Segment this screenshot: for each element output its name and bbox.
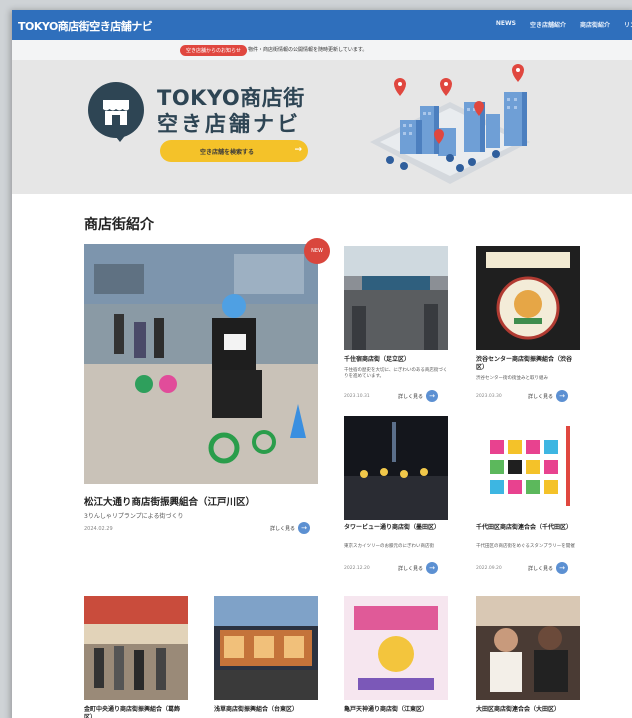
section-title: 商店街紹介 — [84, 217, 154, 233]
hero-banner: TOKYO商店街 空き店舗ナビ 空き店舗を検索する → — [12, 60, 632, 194]
article-card-image[interactable] — [476, 596, 580, 700]
article-card-image[interactable] — [344, 246, 448, 350]
featured-read-more-link[interactable]: 詳しく見る → — [270, 522, 311, 534]
top-navigation-bar: TOKYO商店街空き店舗ナビ NEWS 空き店舗紹介 商店街紹介 リン — [12, 10, 632, 40]
article-card-date: 2023.03.30 — [476, 394, 502, 399]
featured-article-title[interactable]: 松江大通り商店街振興組合（江戸川区） — [84, 494, 255, 508]
article-card-title[interactable]: 大田区商店街連合会（大田区） — [476, 706, 580, 714]
article-card-title[interactable]: 亀戸天神通り商店街（江東区） — [344, 706, 448, 714]
article-card-description: 東京スカイツリーのお膝元のにぎわい商店街 — [344, 544, 434, 549]
article-card-image[interactable] — [344, 416, 448, 520]
read-more-label: 詳しく見る — [398, 393, 424, 400]
article-card-description: 千住宿の歴史を大切に、にぎわいのある商店街づくりを進めています。 — [344, 368, 448, 379]
article-card-image[interactable] — [84, 596, 188, 700]
featured-article-image[interactable] — [84, 244, 318, 484]
site-logo[interactable]: TOKYO商店街空き店舗ナビ — [18, 18, 153, 34]
search-vacant-shops-button[interactable]: 空き店舗を検索する → — [160, 140, 308, 162]
nav-link-vacant-shops[interactable]: 空き店舗紹介 — [530, 20, 566, 29]
featured-article-subtitle: 3りんしゃリプランプによる街づくり — [84, 513, 184, 520]
notice-text[interactable]: 物件・商店街情報の公開情報を随時更新しています。 — [248, 46, 367, 53]
article-card-title[interactable]: タワービュー通り商店街（墨田区） — [344, 524, 448, 532]
article-card-title[interactable]: 浅草商店街振興組合（台東区） — [214, 706, 318, 714]
new-badge: NEW — [304, 238, 330, 264]
article-card-description: 千代田区の商店街をめぐるスタンプラリーを開催 — [476, 544, 575, 549]
article-card-read-more-link[interactable]: 詳しく見る → — [528, 562, 569, 574]
article-card-title[interactable]: 金町中央通り商店街振興組合（葛飾区） — [84, 706, 188, 718]
arrow-right-icon: → — [556, 562, 569, 574]
article-card-title[interactable]: 千代田区商店街連合会（千代田区） — [476, 524, 580, 532]
nav-link-news[interactable]: NEWS — [496, 20, 516, 29]
hero-title-line2: 空き店舗ナビ — [157, 112, 301, 136]
arrow-right-icon: → — [298, 522, 311, 534]
arrow-right-icon: → — [294, 145, 302, 155]
article-card-read-more-link[interactable]: 詳しく見る → — [528, 390, 569, 402]
featured-article-date: 2024.02.29 — [84, 526, 113, 532]
article-card-image[interactable] — [476, 416, 580, 520]
article-card-date: 2022.12.20 — [344, 566, 370, 571]
logo-pin-tip — [112, 132, 128, 142]
read-more-label: 詳しく見る — [528, 565, 554, 572]
article-card-title[interactable]: 渋谷センター商店街振興組合（渋谷区） — [476, 356, 580, 372]
browser-page: TOKYO商店街空き店舗ナビ NEWS 空き店舗紹介 商店街紹介 リン 空き店舗… — [12, 10, 632, 718]
article-card-read-more-link[interactable]: 詳しく見る → — [398, 562, 439, 574]
city-illustration — [370, 64, 530, 184]
article-card-read-more-link[interactable]: 詳しく見る → — [398, 390, 439, 402]
read-more-label: 詳しく見る — [528, 393, 554, 400]
nav-link-links[interactable]: リン — [624, 20, 632, 29]
arrow-right-icon: → — [426, 390, 439, 402]
article-card-title[interactable]: 千住宿商店街（足立区） — [344, 356, 448, 364]
nav-link-shopping-streets[interactable]: 商店街紹介 — [580, 20, 610, 29]
article-card-date: 2022.09.20 — [476, 566, 502, 571]
search-button-label: 空き店舗を検索する — [200, 149, 255, 156]
arrow-right-icon: → — [556, 390, 569, 402]
read-more-label: 詳しく見る — [270, 525, 296, 532]
arrow-right-icon: → — [426, 562, 439, 574]
notice-bar: 空き店舗からのお知らせ 物件・商店街情報の公開情報を随時更新しています。 — [12, 40, 632, 60]
read-more-label: 詳しく見る — [398, 565, 424, 572]
article-card-image[interactable] — [214, 596, 318, 700]
article-card-image[interactable] — [476, 246, 580, 350]
article-card-image[interactable] — [344, 596, 448, 700]
shop-logo-icon — [88, 82, 144, 138]
article-card-date: 2023.10.31 — [344, 394, 370, 399]
notice-badge: 空き店舗からのお知らせ — [180, 45, 247, 56]
nav-links: NEWS 空き店舗紹介 商店街紹介 リン — [496, 20, 632, 29]
article-card-description: 渋谷センター街の街並みと取り組み — [476, 376, 548, 381]
